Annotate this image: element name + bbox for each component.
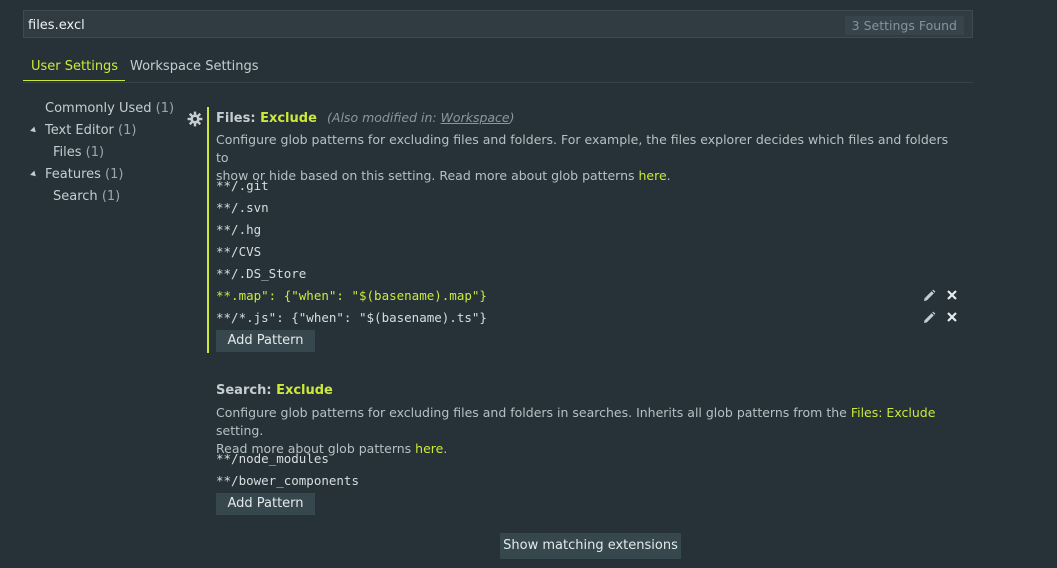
workspace-link[interactable]: Workspace	[441, 110, 510, 125]
expanded-caret-icon[interactable]	[30, 126, 38, 135]
setting-category: Files:	[216, 111, 261, 126]
tree-item-count: (1)	[118, 123, 137, 138]
add-pattern-button[interactable]: Add Pattern	[216, 493, 315, 515]
tree-item-features[interactable]: Features (1)	[30, 167, 124, 182]
tree-item-commonly-used[interactable]: Commonly Used (1)	[45, 101, 174, 116]
tree-item-label: Features	[45, 167, 101, 182]
modified-note: (Also modified in: Workspace)	[327, 110, 515, 125]
pattern-item-modified: **/*.js": {"when": "$(basename).ts"}	[216, 310, 487, 325]
pencil-icon[interactable]	[922, 311, 936, 325]
add-pattern-button[interactable]: Add Pattern	[216, 330, 315, 352]
setting-title: Search: Exclude	[216, 383, 333, 398]
glob-patterns-link[interactable]: here	[415, 441, 443, 456]
pattern-row-actions	[922, 311, 962, 327]
tree-item-count: (1)	[155, 101, 175, 116]
tree-item-files[interactable]: Files (1)	[53, 145, 104, 160]
pattern-item: **/bower_components	[216, 473, 359, 488]
setting-key: Exclude	[276, 383, 333, 398]
tab-workspace-settings[interactable]: Workspace Settings	[130, 59, 259, 80]
pattern-item: **/.DS_Store	[216, 266, 307, 281]
setting-description: Configure glob patterns for excluding fi…	[216, 132, 949, 183]
tree-item-label: Search	[53, 189, 98, 204]
setting-title: Files: Exclude (Also modified in: Worksp…	[216, 110, 515, 126]
tree-item-search[interactable]: Search (1)	[53, 189, 120, 204]
close-icon[interactable]	[946, 289, 958, 301]
setting-files-exclude: Files: Exclude (Also modified in: Worksp…	[207, 107, 969, 353]
expanded-caret-icon[interactable]	[30, 170, 38, 179]
files-exclude-link[interactable]: Files: Exclude	[851, 405, 936, 420]
show-matching-extensions-button[interactable]: Show matching extensions	[500, 533, 681, 559]
tree-item-count: (1)	[101, 189, 121, 204]
settings-tabs: User Settings Workspace Settings	[23, 56, 973, 83]
results-count-badge: 3 Settings Found	[844, 16, 964, 35]
tree-item-label: Commonly Used	[45, 101, 152, 116]
tree-item-label: Text Editor	[45, 123, 114, 138]
search-bar: 3 Settings Found	[23, 10, 973, 38]
setting-search-exclude: Search: Exclude Configure glob patterns …	[207, 380, 967, 520]
tree-item-text-editor[interactable]: Text Editor (1)	[30, 123, 137, 138]
pattern-item: **/.hg	[216, 222, 262, 237]
setting-category: Search:	[216, 383, 277, 398]
pattern-item: **/.svn	[216, 200, 269, 215]
glob-patterns-link[interactable]: here	[639, 168, 667, 183]
pencil-icon[interactable]	[922, 289, 936, 303]
tree-item-label: Files	[53, 145, 82, 160]
pattern-item: **/node_modules	[216, 451, 329, 466]
pattern-item-modified: **.map": {"when": "$(basename).map"}	[216, 288, 487, 303]
close-icon[interactable]	[946, 311, 958, 323]
pattern-row-actions	[922, 289, 962, 305]
search-input[interactable]	[28, 16, 728, 34]
tab-user-settings[interactable]: User Settings	[23, 59, 126, 81]
pattern-item: **/.git	[216, 178, 269, 193]
setting-key: Exclude	[260, 111, 317, 126]
setting-description: Configure glob patterns for excluding fi…	[216, 405, 936, 456]
pattern-item: **/CVS	[216, 244, 262, 259]
tree-item-count: (1)	[85, 145, 105, 160]
gear-icon[interactable]	[187, 111, 203, 127]
tree-item-count: (1)	[105, 167, 124, 182]
